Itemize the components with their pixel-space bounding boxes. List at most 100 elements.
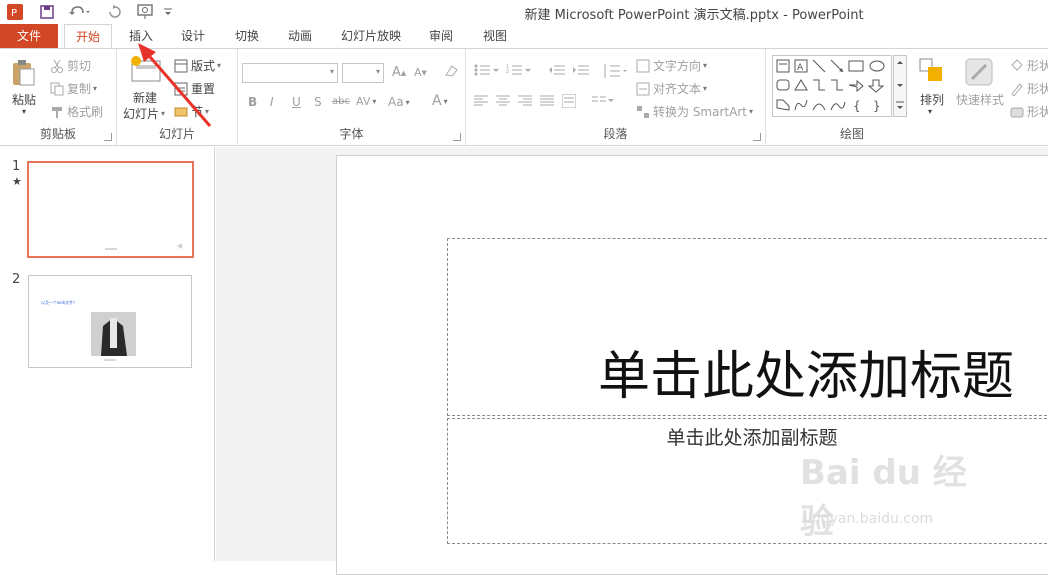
tab-file[interactable]: 文件: [0, 24, 58, 48]
svg-text:}: }: [873, 99, 881, 113]
bullets-icon[interactable]: [474, 63, 500, 77]
distributed-icon[interactable]: [562, 94, 576, 108]
paste-dropdown-icon[interactable]: ▾: [22, 107, 26, 116]
animation-star-icon: ★: [12, 175, 22, 188]
tab-home[interactable]: 开始: [64, 24, 112, 49]
quick-styles-icon[interactable]: [964, 57, 994, 87]
font-color-button[interactable]: A ▾: [432, 93, 448, 109]
tab-view[interactable]: 视图: [472, 24, 518, 48]
font-name-combo[interactable]: ▾: [242, 63, 338, 83]
title-placeholder[interactable]: 单击此处添加标题: [447, 238, 1048, 416]
shrink-font-button[interactable]: A ▼: [414, 66, 427, 79]
arrange-button[interactable]: 排列: [920, 91, 944, 108]
justify-icon[interactable]: [540, 95, 554, 107]
layout-button[interactable]: 版式 ▾: [174, 57, 221, 74]
paste-icon[interactable]: [10, 59, 36, 87]
window-title: 新建 Microsoft PowerPoint 演示文稿.pptx - Powe…: [524, 8, 864, 23]
tab-slideshow[interactable]: 幻灯片放映: [332, 24, 410, 48]
font-size-combo[interactable]: ▾: [342, 63, 384, 83]
char-spacing-button[interactable]: AV ▾: [356, 95, 376, 108]
align-text-button[interactable]: 对齐文本 ▾: [636, 80, 707, 97]
strikethrough-button[interactable]: abc: [332, 96, 350, 107]
slide-number-1: 1: [12, 159, 21, 174]
arrange-icon[interactable]: [918, 57, 946, 85]
grow-font-button[interactable]: A ▲: [392, 65, 406, 80]
brush-icon: [50, 105, 64, 119]
slide-number-2: 2: [12, 272, 21, 287]
title-bar: P 新建 Microsoft PowerPoint 演示文稿.pptx - Po…: [0, 0, 1048, 24]
slides-group: 新建 幻灯片 ▾ 版式 ▾ 重置 节 ▾ 幻灯片: [117, 49, 238, 145]
copy-icon: [50, 82, 64, 96]
font-group: ▾ ▾ A ▲ A ▼ B I U S abc AV ▾ Aa ▾ A ▾ 字体: [238, 49, 466, 145]
arrange-dropdown-icon[interactable]: ▾: [928, 107, 932, 116]
decrease-indent-icon[interactable]: [548, 63, 566, 77]
tab-animations[interactable]: 动画: [277, 24, 323, 48]
slide-title[interactable]: 单击此处添加标题: [598, 334, 1014, 409]
align-left-icon[interactable]: [474, 95, 488, 107]
drawing-group: A { } 排列 ▾ 快速样式 形状 形状 形状 绘图: [766, 49, 1048, 145]
numbering-icon[interactable]: 12: [506, 63, 532, 77]
new-slide-dropdown[interactable]: 幻灯片 ▾: [123, 105, 165, 122]
watermark-logo: Bai du 经验: [800, 453, 967, 542]
thumb-footer: [104, 359, 116, 361]
font-launcher-icon[interactable]: [453, 133, 461, 141]
watermark-url: jingyan.baidu.com: [804, 511, 934, 527]
paint-bucket-icon: [1010, 58, 1024, 73]
tab-transitions[interactable]: 切换: [224, 24, 270, 48]
align-center-icon[interactable]: [496, 95, 510, 107]
slide-thumbnail-2[interactable]: 以及一个web文件): [28, 275, 192, 368]
reset-icon: [174, 82, 188, 96]
pen-icon: [1010, 82, 1024, 97]
tab-insert[interactable]: 插入: [118, 24, 164, 48]
section-icon: [174, 105, 188, 119]
svg-text:{: {: [853, 99, 861, 113]
smartart-button[interactable]: 转换为 SmartArt ▾: [636, 103, 753, 120]
ribbon: 粘贴 ▾ 剪切 复制 ▾ 格式刷 剪贴板 新建 幻灯片 ▾ 版式 ▾ 重置 节 …: [0, 48, 1048, 146]
tab-design[interactable]: 设计: [170, 24, 216, 48]
line-spacing-icon[interactable]: [602, 63, 628, 79]
paragraph-group: 12 文字方向 ▾ 对齐文本 ▾ 转换为 SmartArt ▾ 段落: [466, 49, 766, 145]
reset-button[interactable]: 重置: [174, 80, 215, 97]
section-button[interactable]: 节 ▾: [174, 103, 209, 120]
clipboard-group: 粘贴 ▾ 剪切 复制 ▾ 格式刷 剪贴板: [0, 49, 117, 145]
clipboard-label: 剪贴板: [39, 127, 76, 141]
scissors-icon: [50, 59, 64, 73]
slide-thumbnail-1[interactable]: ◀: [27, 161, 194, 258]
shadow-button[interactable]: S: [314, 95, 322, 109]
slides-label: 幻灯片: [158, 127, 195, 141]
clipboard-launcher-icon[interactable]: [104, 133, 112, 141]
svg-text:A: A: [797, 63, 804, 73]
clear-format-icon[interactable]: [443, 63, 459, 79]
shape-effects-button[interactable]: 形状: [1010, 103, 1048, 120]
quick-styles-button[interactable]: 快速样式: [956, 91, 1004, 108]
italic-button[interactable]: I: [270, 95, 274, 109]
shapes-gallery-icons: A { }: [776, 59, 885, 113]
thumb-footer: [104, 248, 117, 250]
copy-button[interactable]: 复制 ▾: [50, 80, 97, 97]
increase-indent-icon[interactable]: [572, 63, 590, 77]
underline-button[interactable]: U: [292, 95, 301, 109]
shapes-scrollbar[interactable]: [893, 55, 907, 117]
font-label: 字体: [339, 127, 364, 141]
bold-button[interactable]: B: [248, 95, 257, 109]
text-direction-icon: [636, 59, 650, 73]
columns-icon[interactable]: [592, 95, 614, 107]
tab-review[interactable]: 审阅: [418, 24, 464, 48]
new-slide-label[interactable]: 新建: [133, 89, 157, 106]
paste-button[interactable]: 粘贴: [12, 91, 36, 108]
thumb-image: [91, 312, 136, 356]
paragraph-launcher-icon[interactable]: [753, 133, 761, 141]
change-case-button[interactable]: Aa ▾: [388, 95, 410, 109]
shapes-gallery[interactable]: A { }: [772, 55, 892, 117]
shape-fill-button[interactable]: 形状: [1010, 57, 1048, 74]
new-slide-icon[interactable]: [130, 55, 162, 83]
cut-button[interactable]: 剪切: [50, 57, 91, 74]
text-direction-button[interactable]: 文字方向 ▾: [636, 57, 707, 74]
ribbon-tabs: 文件 开始 插入 设计 切换 动画 幻灯片放映 审阅 视图: [0, 24, 1048, 49]
baidu-watermark: Bai du 经验 jingyan.baidu.com: [800, 445, 1000, 542]
format-painter-button[interactable]: 格式刷: [50, 103, 103, 120]
layout-icon: [174, 59, 188, 73]
shape-outline-button[interactable]: 形状: [1010, 80, 1048, 97]
drawing-label: 绘图: [839, 127, 864, 141]
align-right-icon[interactable]: [518, 95, 532, 107]
